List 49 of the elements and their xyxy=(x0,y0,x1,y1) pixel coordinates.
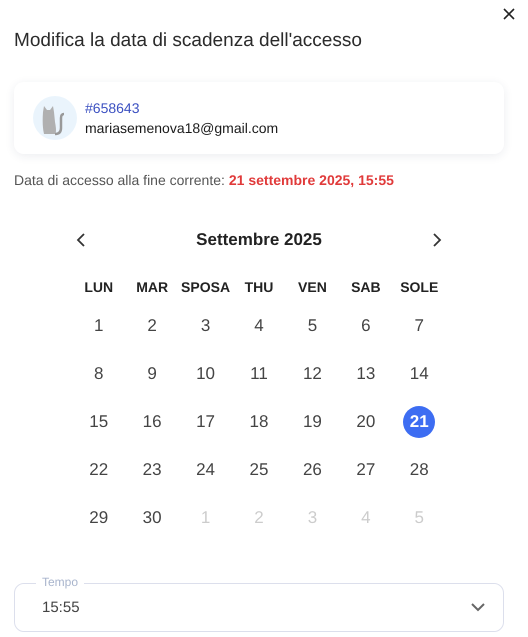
calendar-day[interactable]: 8 xyxy=(82,358,115,390)
cat-avatar-icon xyxy=(33,96,77,140)
calendar-day[interactable]: 21 xyxy=(403,406,436,438)
calendar-day[interactable]: 13 xyxy=(350,358,382,390)
user-id-link[interactable]: #658643 xyxy=(85,100,278,116)
calendar-day[interactable]: 25 xyxy=(242,454,275,486)
calendar-day[interactable]: 16 xyxy=(136,406,168,438)
calendar-day[interactable]: 2 xyxy=(136,310,168,342)
weekday-label: SOLE xyxy=(399,278,440,297)
calendar-day[interactable]: 29 xyxy=(82,502,115,534)
calendar-day[interactable]: 24 xyxy=(190,454,222,486)
weekday-label: LUN xyxy=(83,278,114,297)
weekday-label: SAB xyxy=(350,278,382,297)
calendar-day[interactable]: 10 xyxy=(190,358,222,390)
calendar-day[interactable]: 6 xyxy=(350,310,382,342)
current-date-label: Data di accesso alla fine corrente: xyxy=(14,172,225,188)
calendar-day[interactable]: 5 xyxy=(296,310,328,342)
calendar-day[interactable]: 20 xyxy=(350,406,382,438)
calendar-day[interactable]: 26 xyxy=(296,454,328,486)
calendar-day[interactable]: 30 xyxy=(136,502,168,534)
calendar-day[interactable]: 12 xyxy=(296,358,328,390)
dialog-title: Modifica la data di scadenza dell'accesso xyxy=(14,30,363,52)
current-date-value: 21 settembre 2025, 15:55 xyxy=(228,172,394,188)
close-button[interactable] xyxy=(503,8,515,20)
calendar-day[interactable]: 22 xyxy=(82,454,115,486)
calendar-day[interactable]: 28 xyxy=(403,454,436,486)
calendar-day[interactable]: 7 xyxy=(403,310,436,342)
chevron-down-icon xyxy=(471,603,485,612)
calendar-day[interactable]: 15 xyxy=(82,406,115,438)
calendar-day[interactable]: 11 xyxy=(242,358,275,390)
calendar-day[interactable]: 27 xyxy=(350,454,382,486)
calendar-day[interactable]: 14 xyxy=(403,358,436,390)
calendar-day[interactable]: 19 xyxy=(296,406,328,438)
weekday-label: THU xyxy=(244,278,274,297)
calendar-day[interactable]: 3 xyxy=(190,310,222,342)
calendar-day[interactable]: 9 xyxy=(136,358,168,390)
calendar-day[interactable]: 4 xyxy=(242,310,275,342)
calendar-day[interactable]: 23 xyxy=(136,454,168,486)
chevron-left-icon xyxy=(76,233,86,247)
user-email: mariasemenova18@gmail.com xyxy=(85,120,278,136)
calendar-day[interactable]: 18 xyxy=(242,406,275,438)
calendar-day[interactable]: 1 xyxy=(82,310,115,342)
weekday-label: VEN xyxy=(297,278,328,297)
close-icon xyxy=(503,8,515,20)
chevron-right-icon xyxy=(432,233,442,247)
calendar-day[interactable]: 17 xyxy=(190,406,222,438)
weekday-label: MAR xyxy=(135,278,170,297)
month-title: Settembre 2025 xyxy=(196,230,322,250)
weekday-label: SPOSA xyxy=(180,278,232,297)
